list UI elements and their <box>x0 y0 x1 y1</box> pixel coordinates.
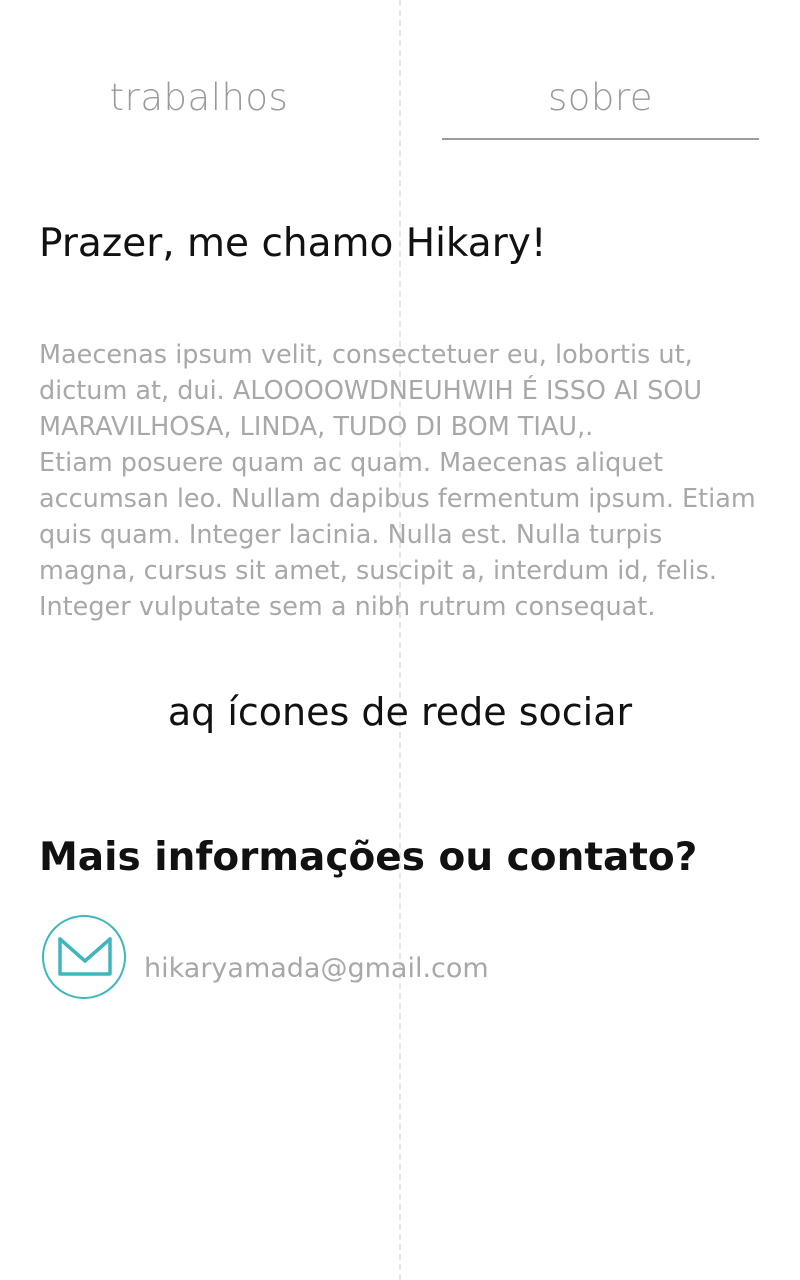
bio-paragraph-1: Maecenas ipsum velit, consectetuer eu, l… <box>39 340 703 442</box>
contact-heading: Mais informações ou contato? <box>39 835 698 880</box>
contact-email-row: hikaryamada@gmail.com <box>42 915 642 1001</box>
tab-sobre[interactable]: sobre <box>442 76 759 126</box>
center-guide-line <box>399 0 401 1280</box>
mail-icon-button[interactable] <box>42 915 126 999</box>
mail-icon <box>58 937 112 976</box>
greeting-heading: Prazer, me chamo Hikary! <box>39 221 547 266</box>
social-icons-placeholder: aq ícones de rede sociar <box>167 690 633 734</box>
top-tabs: trabalhos sobre <box>0 0 800 142</box>
bio-paragraph-2: Etiam posuere quam ac quam. Maecenas ali… <box>39 448 756 622</box>
active-tab-indicator <box>442 138 759 140</box>
bio-text: Maecenas ipsum velit, consectetuer eu, l… <box>39 337 761 625</box>
tab-trabalhos[interactable]: trabalhos <box>40 76 358 126</box>
email-link[interactable]: hikaryamada@gmail.com <box>144 949 489 989</box>
